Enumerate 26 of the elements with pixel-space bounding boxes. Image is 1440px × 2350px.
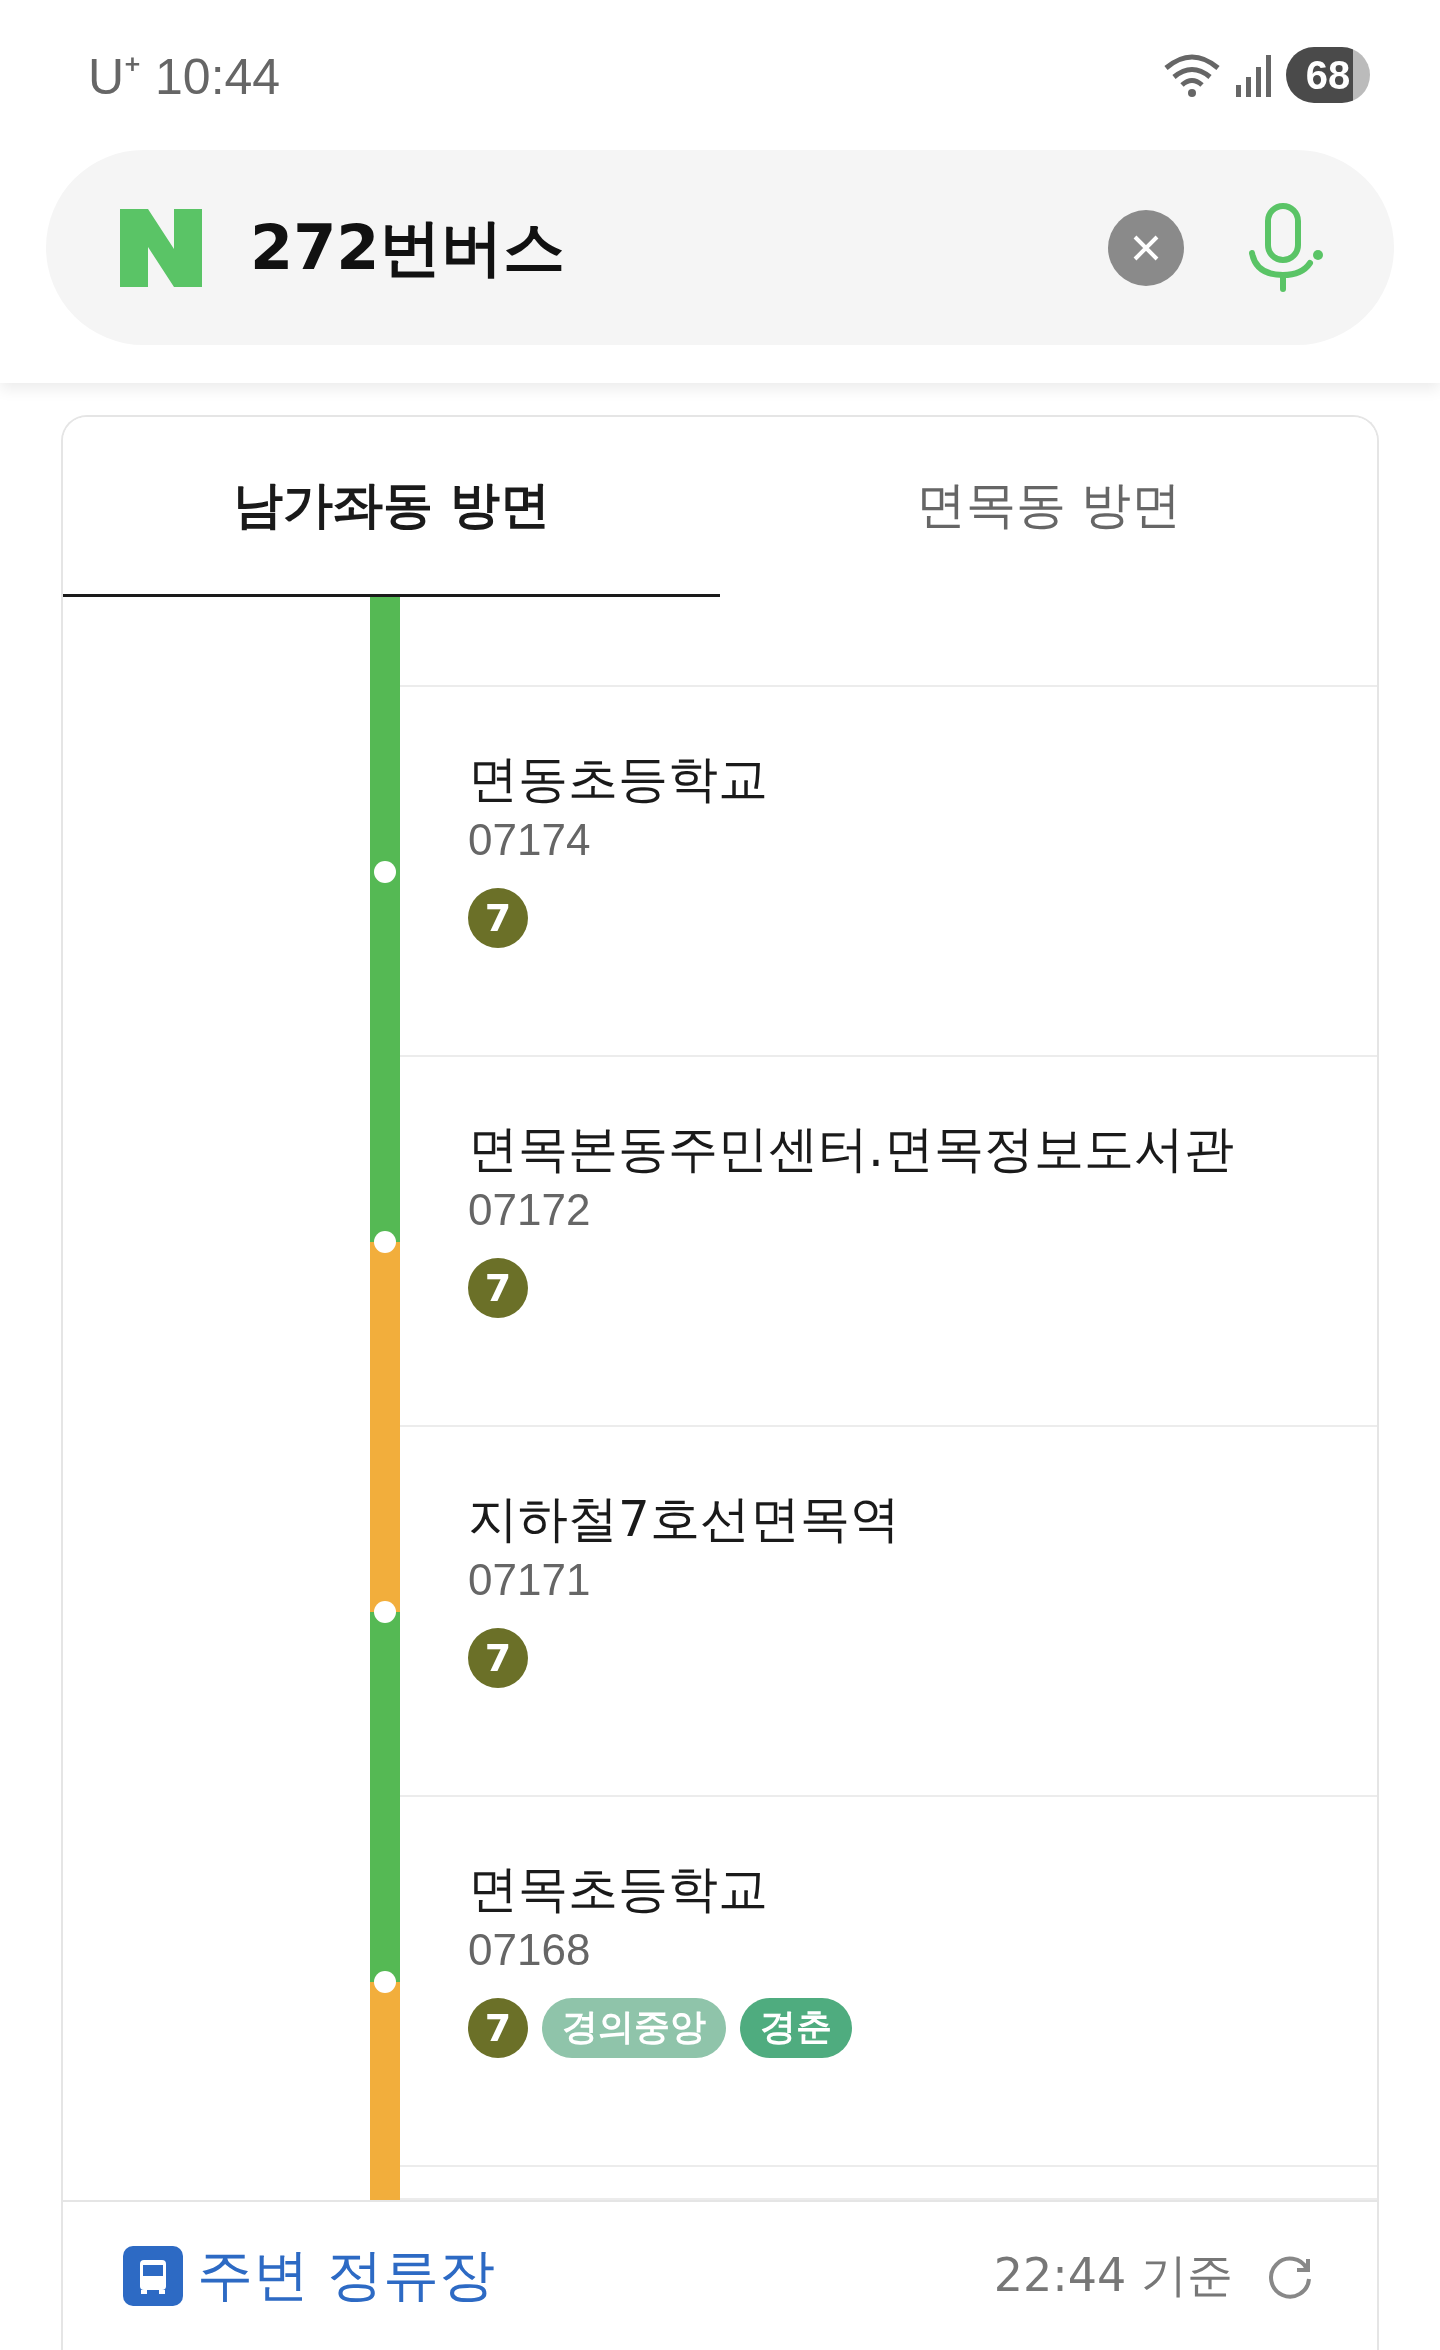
subway-line-badge: 7 [468, 1997, 528, 2058]
search-field[interactable]: 272번버스 [46, 150, 1394, 345]
nearby-stops-button[interactable]: 주변 정류장 [123, 2238, 495, 2314]
stop-code: 07171 [468, 1553, 592, 1606]
subway-line-badge: 경춘 [740, 1997, 852, 2058]
search-input[interactable]: 272번버스 [248, 210, 1108, 285]
stop-code: 07168 [468, 1923, 592, 1976]
update-time: 22:44 기준 [993, 2247, 1233, 2304]
status-time: U⁺ 10:44 [88, 48, 281, 107]
stop-name[interactable]: 면목초등학교 [468, 1858, 1377, 1919]
subway-line-badge: 7 [468, 887, 528, 948]
signal-icon [1234, 53, 1274, 97]
stop-name[interactable]: 면동초등학교 [468, 748, 1377, 809]
direction-tab[interactable]: 면목동 방면 [720, 417, 1377, 597]
battery-level: 68 [1286, 47, 1370, 103]
wifi-icon [1162, 52, 1222, 98]
logo-icon [120, 208, 202, 287]
bus-icon [123, 2246, 183, 2306]
stop-name[interactable]: 지하철7호선면목역 [468, 1488, 1377, 1549]
stop-code: 07174 [468, 813, 592, 866]
direction-tab[interactable]: 남가좌동 방면 [63, 417, 720, 597]
subway-line-badge: 7 [468, 1257, 528, 1318]
stop-name[interactable]: 면목본동주민센터.면목정보도서관 [468, 1118, 1377, 1179]
subway-line-badge: 7 [468, 1627, 528, 1688]
subway-line-badge: 경의중앙 [542, 1997, 726, 2058]
stop-code: 07172 [468, 1183, 592, 1236]
